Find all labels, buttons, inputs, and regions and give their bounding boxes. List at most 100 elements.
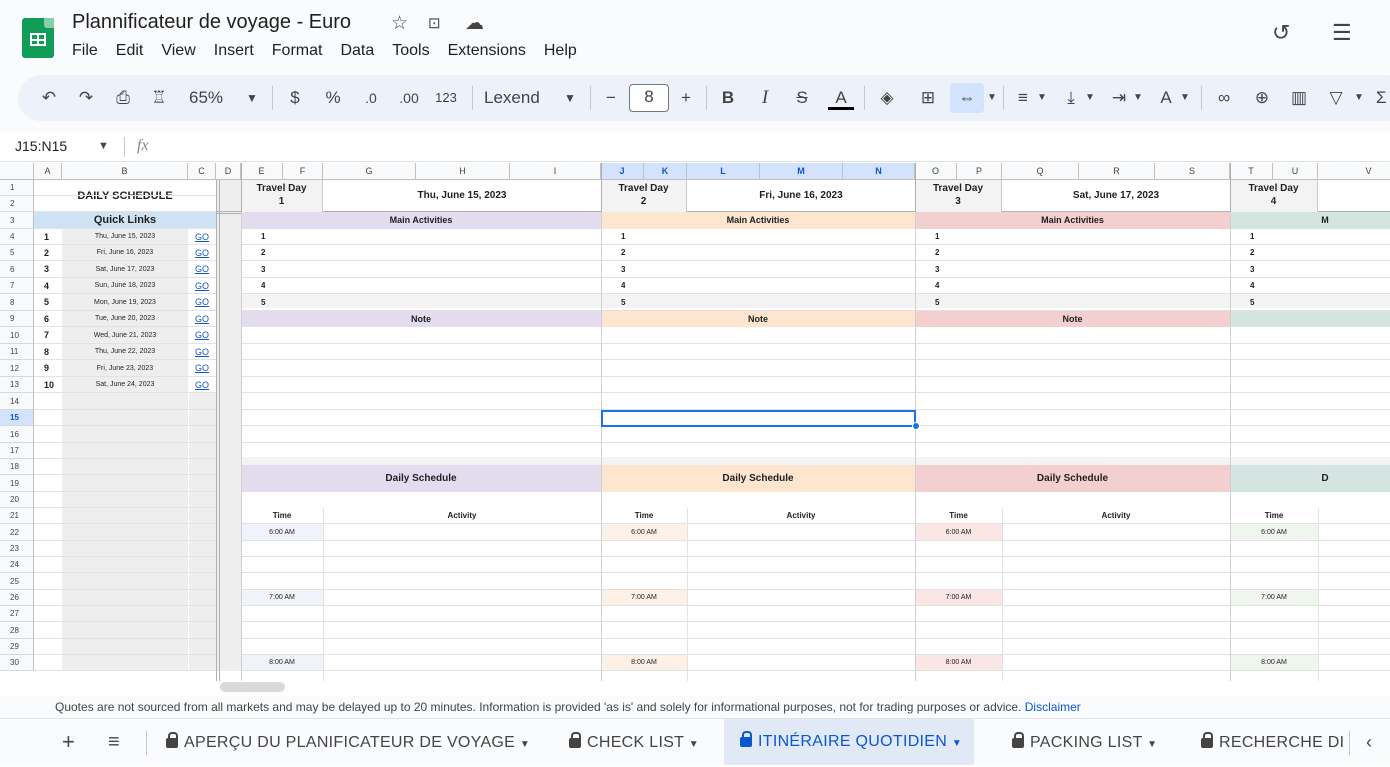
quick-link-go[interactable]: GO <box>188 261 216 278</box>
column-header-m[interactable]: M <box>760 163 843 180</box>
increase-font-size-button[interactable]: + <box>675 86 697 110</box>
menu-extensions[interactable]: Extensions <box>448 42 526 62</box>
row-header-23[interactable]: 23 <box>0 541 34 557</box>
activity-row[interactable]: 2 <box>601 245 915 261</box>
main-activities-header[interactable]: Main Activities <box>915 212 1230 229</box>
strikethrough-button[interactable]: S <box>791 86 813 110</box>
column-header-n[interactable]: N <box>843 163 915 180</box>
sidebar-title[interactable]: DAILY SCHEDULE <box>34 180 216 212</box>
time-slot[interactable]: 8:00 AM <box>1230 655 1318 671</box>
font-size-input[interactable]: 8 <box>629 84 669 112</box>
row-header-26[interactable]: 26 <box>0 590 34 606</box>
horizontal-align-icon[interactable]: ≡ <box>1012 86 1034 110</box>
time-column-header[interactable]: Time <box>601 508 687 524</box>
row-header-12[interactable]: 12 <box>0 360 34 377</box>
formula-input[interactable] <box>170 138 1370 158</box>
activity-row[interactable]: 4 <box>915 278 1230 294</box>
column-header-b[interactable]: B <box>62 163 188 180</box>
time-slot[interactable]: 7:00 AM <box>1230 590 1318 606</box>
version-history-icon[interactable]: ↺ <box>1272 20 1290 46</box>
comments-icon[interactable]: ☰ <box>1332 20 1352 46</box>
align-dropdown-icon[interactable]: ▼ <box>1035 86 1049 110</box>
row-header-25[interactable]: 25 <box>0 573 34 590</box>
menu-file[interactable]: File <box>72 42 98 62</box>
valign-dropdown-icon[interactable]: ▼ <box>1083 86 1097 110</box>
column-header-u[interactable]: U <box>1273 163 1318 180</box>
activity-row[interactable]: 3 <box>241 261 601 278</box>
menu-format[interactable]: Format <box>272 42 323 62</box>
travel-day-header[interactable]: Travel Day 1 <box>241 180 323 212</box>
font-dropdown-icon[interactable]: ▼ <box>561 86 579 110</box>
column-header-p[interactable]: P <box>957 163 1002 180</box>
quick-link-go[interactable]: GO <box>188 294 216 311</box>
filter-icon[interactable]: ▽ <box>1324 86 1348 110</box>
filter-dropdown-icon[interactable]: ▼ <box>1352 86 1366 110</box>
row-header-19[interactable]: 19 <box>0 475 34 492</box>
currency-button[interactable]: $ <box>284 86 306 110</box>
sheets-logo-icon[interactable] <box>22 18 54 58</box>
row-header-22[interactable]: 22 <box>0 524 34 541</box>
name-box-dropdown-icon[interactable]: ▼ <box>98 140 109 152</box>
row-header-27[interactable]: 27 <box>0 606 34 622</box>
quick-link-go[interactable]: GO <box>188 278 216 294</box>
activity-row[interactable]: 5 <box>601 294 915 311</box>
column-header-q[interactable]: Q <box>1002 163 1079 180</box>
cloud-status-icon[interactable]: ☁ <box>465 12 484 35</box>
activity-column-header[interactable]: Activity <box>1002 508 1230 524</box>
paint-format-icon[interactable]: ♖ <box>148 86 170 110</box>
column-header-r[interactable]: R <box>1079 163 1155 180</box>
menu-help[interactable]: Help <box>544 42 577 62</box>
italic-button[interactable]: I <box>754 86 776 110</box>
activity-column-header[interactable]: Activity <box>687 508 915 524</box>
spreadsheet-grid[interactable]: ABCDEFGHIJKLMNOPQRSTUV 1 2 3 4 5 6 7 8 9 10 11 12 13… <box>0 163 1390 681</box>
menu-view[interactable]: View <box>161 42 195 62</box>
time-slot[interactable]: 7:00 AM <box>601 590 687 606</box>
column-header-e[interactable]: E <box>241 163 283 180</box>
menu-data[interactable]: Data <box>340 42 374 62</box>
activity-row[interactable]: 5 <box>241 294 601 311</box>
wrap-dropdown-icon[interactable]: ▼ <box>1131 86 1145 110</box>
row-header-30[interactable]: 30 <box>0 655 34 671</box>
column-header-h[interactable]: H <box>416 163 510 180</box>
tab-itineraire-quotidien[interactable]: ITINÉRAIRE QUOTIDIEN ▼ <box>724 719 975 765</box>
travel-day-header[interactable]: Travel Day 4 <box>1230 180 1318 212</box>
column-header-v[interactable]: V <box>1318 163 1390 180</box>
row-header-4[interactable]: 4 <box>0 229 34 245</box>
fill-color-icon[interactable]: ◈ <box>875 86 899 110</box>
daily-schedule-header[interactable]: D <box>1230 465 1390 492</box>
chevron-down-icon[interactable]: ▼ <box>689 739 699 750</box>
day-date[interactable]: Thu, June 15, 2023 <box>323 180 601 212</box>
quick-links-title[interactable]: Quick Links <box>34 212 216 229</box>
activity-row[interactable]: 1 <box>241 229 601 245</box>
more-formats-button[interactable]: 123 <box>431 86 461 110</box>
column-header-j[interactable]: J <box>601 163 644 180</box>
time-slot[interactable]: 6:00 AM <box>1230 524 1318 541</box>
daily-schedule-header[interactable]: Daily Schedule <box>601 465 915 492</box>
column-header-d[interactable]: D <box>216 163 241 180</box>
row-header-18[interactable]: 18 <box>0 459 34 475</box>
name-box[interactable]: J15:N15 <box>15 138 67 154</box>
functions-icon[interactable]: Σ <box>1376 86 1390 110</box>
column-header-c[interactable]: C <box>188 163 216 180</box>
tab-packing-list[interactable]: PACKING LIST ▼ <box>1004 729 1165 757</box>
increase-decimal-button[interactable]: .00 <box>393 86 425 110</box>
select-all-corner[interactable] <box>0 163 34 180</box>
insert-link-icon[interactable]: ∞ <box>1212 86 1236 110</box>
row-header-13[interactable]: 13 <box>0 377 34 393</box>
activity-row[interactable]: 3 <box>601 261 915 278</box>
selected-range[interactable] <box>601 410 916 427</box>
time-slot[interactable]: 7:00 AM <box>241 590 323 606</box>
insert-chart-icon[interactable]: ▥ <box>1287 86 1311 110</box>
row-header-17[interactable]: 17 <box>0 443 34 459</box>
chevron-down-icon[interactable]: ▼ <box>520 739 530 750</box>
activity-row[interactable]: 5 <box>1230 294 1390 311</box>
main-activities-header[interactable]: Main Activities <box>241 212 601 229</box>
text-rotation-icon[interactable]: A <box>1155 86 1177 110</box>
tab-apercu[interactable]: APERÇU DU PLANIFICATEUR DE VOYAGE ▼ <box>158 729 538 757</box>
text-wrapping-icon[interactable]: ⇥ <box>1108 86 1130 110</box>
quick-link-go[interactable]: GO <box>188 229 216 245</box>
row-header-5[interactable]: 5 <box>0 245 34 261</box>
time-column-header[interactable]: Time <box>1230 508 1318 524</box>
column-header-k[interactable]: K <box>644 163 687 180</box>
activity-column-header[interactable]: Activity <box>323 508 601 524</box>
